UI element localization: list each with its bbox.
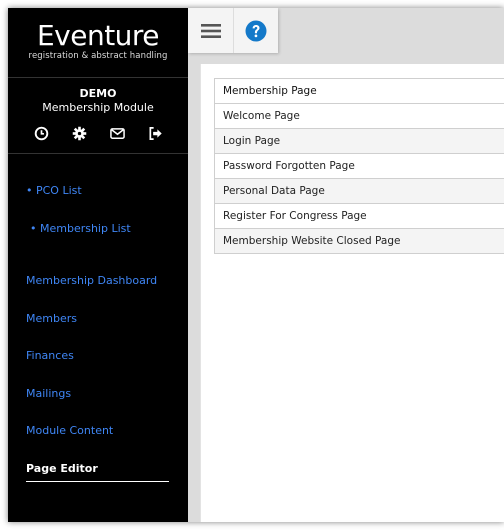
gear-icon[interactable]	[71, 125, 87, 141]
sidebar-item-module-content[interactable]: Module Content	[26, 424, 113, 437]
sidebar-item-finances[interactable]: Finances	[26, 349, 74, 362]
table-cell[interactable]: Membership Website Closed Page	[214, 228, 504, 254]
sidebar-icon-bar	[8, 125, 188, 141]
hamburger-menu-icon[interactable]	[188, 8, 233, 53]
table-row[interactable]: Register For Congress Page	[214, 203, 504, 229]
help-icon[interactable]	[233, 8, 278, 53]
sidebar-item-pco-list[interactable]: • PCO List	[26, 184, 82, 197]
table-row[interactable]: Welcome Page	[214, 103, 504, 129]
pages-table: Membership Page Welcome Page Login Page …	[214, 78, 504, 254]
table-row[interactable]: Membership Website Closed Page	[214, 228, 504, 254]
clock-icon[interactable]	[33, 125, 49, 141]
main-content: Membership Page Welcome Page Login Page …	[200, 64, 504, 522]
sidebar-item-membership-dashboard[interactable]: Membership Dashboard	[26, 274, 157, 287]
table-cell[interactable]: Membership Page	[214, 78, 504, 104]
logo[interactable]: Eventure registration & abstract handlin…	[8, 8, 188, 78]
envelope-icon[interactable]	[109, 125, 125, 141]
logo-tagline: registration & abstract handling	[28, 51, 168, 61]
table-row[interactable]: Password Forgotten Page	[214, 153, 504, 179]
table-cell[interactable]: Welcome Page	[214, 103, 504, 129]
active-item-underline	[26, 481, 169, 482]
table-row[interactable]: Membership Page	[214, 78, 504, 104]
table-row[interactable]: Personal Data Page	[214, 178, 504, 204]
module-name: Membership Module	[42, 101, 154, 114]
table-cell[interactable]: Register For Congress Page	[214, 203, 504, 229]
module-info: DEMO Membership Module	[8, 78, 188, 154]
organization-name: DEMO	[79, 87, 117, 100]
app-window: Eventure registration & abstract handlin…	[8, 8, 504, 522]
sidebar-item-page-editor[interactable]: Page Editor	[26, 462, 98, 475]
table-cell[interactable]: Personal Data Page	[214, 178, 504, 204]
sidebar-item-membership-list[interactable]: • Membership List	[30, 222, 131, 235]
table-cell[interactable]: Password Forgotten Page	[214, 153, 504, 179]
toolbar	[188, 8, 278, 53]
sign-out-icon[interactable]	[147, 125, 163, 141]
logo-name: Eventure	[36, 19, 160, 52]
sidebar-item-members[interactable]: Members	[26, 312, 77, 325]
sidebar-item-mailings[interactable]: Mailings	[26, 387, 71, 400]
table-row[interactable]: Login Page	[214, 128, 504, 154]
sidebar: Eventure registration & abstract handlin…	[8, 8, 188, 522]
table-cell[interactable]: Login Page	[214, 128, 504, 154]
